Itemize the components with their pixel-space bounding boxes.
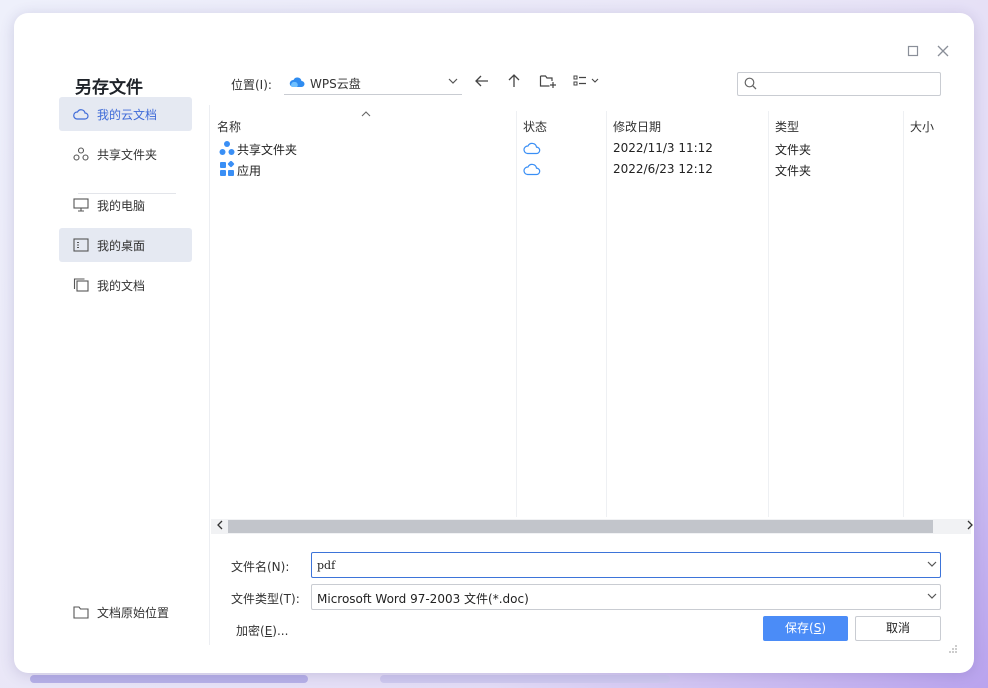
- cloud-status-icon: [523, 142, 541, 155]
- view-options-button[interactable]: [573, 73, 603, 93]
- filetype-select[interactable]: Microsoft Word 97-2003 文件(*.doc): [311, 584, 941, 610]
- encrypt-label-suffix: )...: [272, 624, 289, 638]
- column-header-modified[interactable]: 修改日期: [613, 118, 661, 135]
- chevron-right-icon: [967, 520, 973, 530]
- sidebar-item-label: 我的桌面: [97, 239, 146, 253]
- save-button[interactable]: 保存(S): [763, 616, 848, 641]
- sidebar-item-label: 共享文件夹: [97, 148, 158, 162]
- wps-cloud-icon: [289, 77, 305, 87]
- save-as-dialog: 另存文件 我的云文档 共享文件夹 我的电脑 我的桌面 我的文档 文档原始位置 位…: [14, 13, 974, 673]
- filename-label: 文件名(N):: [231, 560, 290, 574]
- chevron-down-icon: [448, 75, 458, 88]
- filename-combobox[interactable]: pdf: [311, 552, 941, 578]
- sidebar-item-my-cloud-docs[interactable]: 我的云文档: [59, 97, 192, 131]
- folder-icon: [73, 606, 89, 619]
- column-header-size[interactable]: 大小: [910, 118, 934, 135]
- maximize-button[interactable]: [906, 45, 920, 59]
- sidebar-item-label: 我的电脑: [97, 199, 146, 213]
- scroll-left-button[interactable]: [213, 519, 227, 534]
- save-label-prefix: 保存(: [785, 621, 814, 635]
- file-modified: 2022/11/3 11:12: [613, 141, 713, 155]
- close-icon: [937, 45, 949, 57]
- maximize-icon: [907, 45, 919, 57]
- horizontal-scrollbar[interactable]: [211, 519, 973, 534]
- encrypt-link[interactable]: 加密(E)...: [236, 622, 288, 639]
- encrypt-label-prefix: 加密(: [236, 624, 265, 638]
- sort-ascending-icon: [361, 111, 371, 120]
- cancel-button[interactable]: 取消: [855, 616, 941, 641]
- file-type: 文件夹: [775, 164, 812, 178]
- location-label: 位置(I):: [231, 78, 272, 92]
- documents-icon: [73, 278, 89, 292]
- filename-value[interactable]: pdf: [317, 559, 335, 572]
- filetype-value: Microsoft Word 97-2003 文件(*.doc): [317, 592, 529, 606]
- table-row[interactable]: 共享文件夹 2022/11/3 11:12 文件夹: [211, 138, 971, 158]
- sidebar-divider-vertical: [209, 105, 210, 645]
- background-taskbar-left: [30, 675, 308, 683]
- file-name: 共享文件夹: [237, 143, 298, 157]
- shared-folder-icon: [219, 141, 235, 155]
- sidebar-item-shared-folder[interactable]: 共享文件夹: [59, 137, 192, 171]
- file-list: 名称 状态 修改日期 类型 大小 共享文件夹 2022/11/3 11:12 文…: [211, 111, 971, 535]
- list-view-icon: [573, 75, 599, 86]
- new-folder-icon: [539, 75, 556, 88]
- sidebar-item-label: 我的云文档: [97, 108, 158, 122]
- file-modified: 2022/6/23 12:12: [613, 162, 713, 176]
- scroll-right-button[interactable]: [963, 519, 977, 534]
- file-name: 应用: [237, 164, 262, 178]
- sidebar-item-my-computer[interactable]: 我的电脑: [59, 188, 192, 222]
- close-button[interactable]: [936, 45, 950, 59]
- scrollbar-thumb[interactable]: [228, 520, 933, 533]
- dialog-body: 另存文件 我的云文档 共享文件夹 我的电脑 我的桌面 我的文档 文档原始位置 位…: [28, 27, 973, 659]
- desktop-icon: [73, 238, 89, 252]
- file-type: 文件夹: [775, 143, 812, 157]
- column-header-status[interactable]: 状态: [523, 118, 547, 135]
- apps-icon: [220, 161, 235, 176]
- sidebar-item-label: 文档原始位置: [97, 606, 170, 620]
- search-input[interactable]: [762, 74, 936, 94]
- save-label-suffix: ): [821, 621, 826, 635]
- monitor-icon: [73, 198, 89, 212]
- new-folder-button[interactable]: [539, 73, 559, 93]
- dialog-title: 另存文件: [75, 78, 143, 98]
- sidebar-item-original-location[interactable]: 文档原始位置: [59, 595, 192, 629]
- location-dropdown[interactable]: WPS云盘: [284, 70, 462, 95]
- resize-grip-icon[interactable]: [948, 644, 958, 657]
- filetype-label: 文件类型(T):: [231, 592, 300, 606]
- sidebar-item-my-desktop[interactable]: 我的桌面: [59, 228, 192, 262]
- sidebar-item-my-documents[interactable]: 我的文档: [59, 268, 192, 302]
- arrow-up-icon: [508, 74, 520, 87]
- column-header-name[interactable]: 名称: [217, 118, 241, 135]
- cloud-icon: [73, 109, 89, 120]
- background-taskbar-right: [380, 675, 670, 683]
- chevron-down-icon[interactable]: [927, 558, 937, 571]
- share-icon: [73, 147, 89, 161]
- back-button[interactable]: [474, 73, 494, 93]
- cloud-status-icon: [523, 163, 541, 176]
- table-row[interactable]: 应用 2022/6/23 12:12 文件夹: [211, 159, 971, 179]
- chevron-left-icon: [217, 520, 223, 530]
- chevron-down-icon[interactable]: [927, 590, 937, 603]
- column-header-type[interactable]: 类型: [775, 118, 799, 135]
- sidebar-item-label: 我的文档: [97, 279, 146, 293]
- location-value: WPS云盘: [310, 77, 361, 91]
- search-box[interactable]: [737, 72, 941, 96]
- up-folder-button[interactable]: [506, 73, 526, 93]
- search-icon: [744, 77, 757, 90]
- arrow-left-icon: [475, 75, 488, 87]
